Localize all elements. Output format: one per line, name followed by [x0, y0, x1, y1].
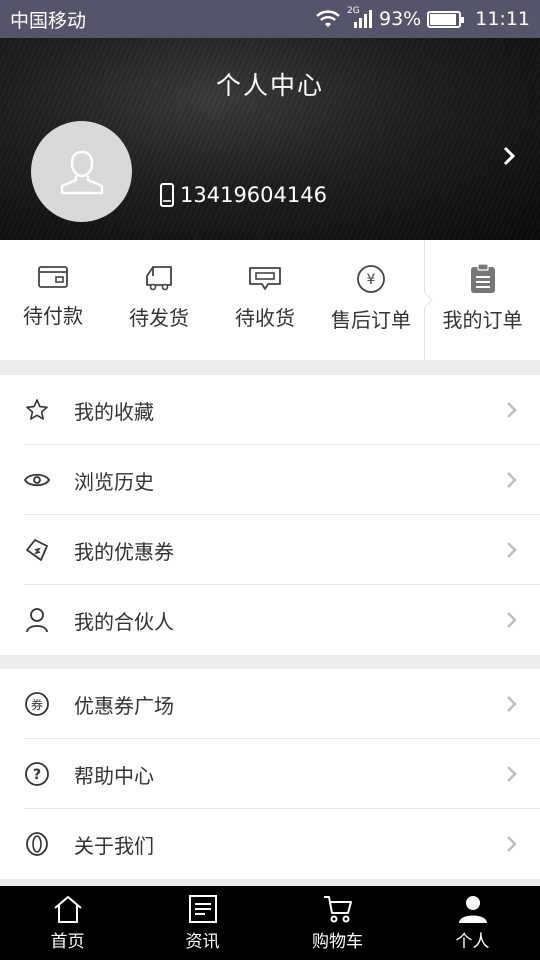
order-after-sales[interactable]: ¥ 售后订单 [318, 240, 424, 360]
battery-percent: 93% [379, 8, 422, 30]
order-item-label: 待收货 [235, 306, 295, 330]
menu-item-label: 帮助中心 [74, 763, 154, 788]
phone-number-row: 13419604146 [160, 183, 327, 207]
battery-icon [427, 10, 465, 28]
help-icon: ? [0, 761, 74, 787]
order-pending-receipt[interactable]: 待收货 [212, 240, 318, 360]
avatar[interactable] [31, 121, 132, 222]
user-placeholder-icon [60, 150, 103, 194]
profile-header: 个人中心 13419604146 [0, 38, 540, 240]
status-icons: 2G 93% 11:11 [315, 6, 530, 30]
order-pending-shipment[interactable]: 待发货 [106, 240, 212, 360]
my-orders-button[interactable]: 我的订单 [424, 240, 540, 360]
tab-label: 资讯 [185, 932, 220, 952]
section-divider [0, 360, 540, 375]
wifi-icon [315, 9, 341, 29]
chevron-right-icon [484, 765, 540, 783]
news-icon [188, 895, 217, 923]
menu-item-label: 浏览历史 [74, 469, 154, 494]
chevron-right-icon [484, 541, 540, 559]
tag-icon [0, 537, 74, 563]
svg-text:?: ? [33, 767, 41, 783]
tab-cart[interactable]: 购物车 [270, 886, 405, 960]
chevron-right-icon [484, 471, 540, 489]
order-status-row: 待付款 待发货 待收货 ¥ 售后订单 我的订单 [0, 240, 540, 360]
tab-label: 购物车 [312, 932, 363, 952]
menu-item-label: 关于我们 [74, 833, 154, 858]
wallet-icon [38, 266, 68, 288]
eye-icon [0, 470, 74, 490]
status-bar: 中国移动 2G 93% 11:11 [0, 0, 540, 38]
battery-fill [430, 13, 457, 25]
order-item-label: 售后订单 [331, 308, 411, 332]
tab-profile[interactable]: 个人 [405, 886, 540, 960]
menu-item-favorites[interactable]: 我的收藏 [0, 375, 540, 445]
yen-icon: ¥ [357, 265, 385, 293]
bottom-tab-bar: 首页 资讯 购物车 个人 [0, 886, 540, 960]
menu-item-label: 我的合伙人 [74, 609, 174, 634]
person-icon [0, 607, 74, 633]
package-icon [249, 267, 281, 290]
cart-icon [323, 896, 352, 923]
order-item-label: 待付款 [23, 304, 83, 328]
order-item-label: 待发货 [129, 306, 189, 330]
menu-item-coupons[interactable]: 我的优惠券 [0, 515, 540, 585]
star-icon [0, 398, 74, 422]
profile-icon [458, 896, 487, 923]
clock: 11:11 [475, 8, 530, 30]
home-icon [53, 896, 82, 923]
menu-item-partners[interactable]: 我的合伙人 [0, 585, 540, 655]
info-icon [0, 831, 74, 857]
menu-item-about-us[interactable]: 关于我们 [0, 809, 540, 879]
coupon-icon: 券 [0, 691, 74, 717]
svg-text:¥: ¥ [367, 272, 376, 288]
menu-group-service: 券 优惠券广场 ? 帮助中心 关于我们 [0, 669, 540, 879]
section-divider [0, 879, 540, 886]
mobile-phone-icon [160, 183, 174, 207]
chevron-right-icon [484, 835, 540, 853]
tab-news[interactable]: 资讯 [135, 886, 270, 960]
menu-item-coupon-plaza[interactable]: 券 优惠券广场 [0, 669, 540, 739]
my-orders-label: 我的订单 [442, 308, 523, 332]
signal-icon: 2G [347, 6, 373, 29]
page-title: 个人中心 [215, 71, 324, 100]
carrier-name: 中国移动 [10, 9, 87, 32]
divider-notch [424, 292, 433, 308]
chevron-right-icon [484, 695, 540, 713]
chevron-right-icon [484, 611, 540, 629]
menu-group-account: 我的收藏 浏览历史 我的优惠券 我的合伙人 [0, 375, 540, 655]
chevron-right-icon [484, 401, 540, 419]
network-type: 2G [347, 6, 360, 16]
menu-item-label: 我的优惠券 [74, 539, 174, 564]
svg-text:券: 券 [31, 697, 43, 712]
order-pending-payment[interactable]: 待付款 [0, 240, 106, 360]
menu-item-help-center[interactable]: ? 帮助中心 [0, 739, 540, 809]
tab-label: 首页 [50, 932, 85, 952]
section-divider [0, 655, 540, 669]
tab-label: 个人 [455, 932, 490, 952]
clipboard-icon [470, 264, 495, 293]
truck-icon [146, 266, 172, 291]
menu-item-label: 我的收藏 [74, 399, 154, 424]
menu-item-history[interactable]: 浏览历史 [0, 445, 540, 515]
phone-number: 13419604146 [180, 183, 327, 207]
chevron-right-icon[interactable] [502, 146, 516, 170]
tab-home[interactable]: 首页 [0, 886, 135, 960]
menu-item-label: 优惠券广场 [74, 693, 174, 718]
